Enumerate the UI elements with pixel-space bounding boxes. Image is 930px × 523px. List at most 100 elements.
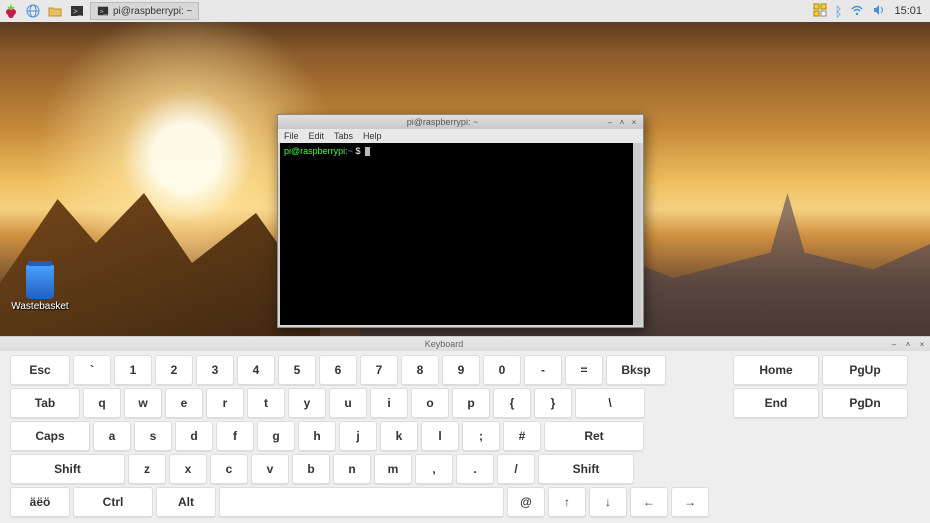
key-t[interactable]: t: [247, 388, 285, 418]
window-close-button[interactable]: ×: [916, 338, 928, 350]
key-q[interactable]: q: [83, 388, 121, 418]
key-brace-left[interactable]: {: [493, 388, 531, 418]
key-0[interactable]: 0: [483, 355, 521, 385]
key-caps[interactable]: Caps: [10, 421, 90, 451]
terminal-title: pi@raspberrypi: ~: [282, 117, 603, 127]
key-p[interactable]: p: [452, 388, 490, 418]
window-maximize-button[interactable]: ˄: [902, 338, 914, 350]
key-tab[interactable]: Tab: [10, 388, 80, 418]
key-backslash[interactable]: \: [575, 388, 645, 418]
key-a[interactable]: a: [93, 421, 131, 451]
window-maximize-button[interactable]: ˄: [617, 117, 627, 127]
key-b[interactable]: b: [292, 454, 330, 484]
key-accents[interactable]: äëö: [10, 487, 70, 517]
terminal-window: pi@raspberrypi: ~ – ˄ × File Edit Tabs H…: [277, 114, 644, 328]
key-period[interactable]: .: [456, 454, 494, 484]
window-minimize-button[interactable]: –: [888, 338, 900, 350]
key-minus[interactable]: -: [524, 355, 562, 385]
key-x[interactable]: x: [169, 454, 207, 484]
key-h[interactable]: h: [298, 421, 336, 451]
web-browser-icon[interactable]: [23, 1, 43, 21]
wastebasket[interactable]: Wastebasket: [10, 265, 70, 312]
onscreen-keyboard: Keyboard – ˄ × Esc ` 1 2 3 4 5 6 7 8 9 0…: [0, 336, 930, 523]
trash-icon: [26, 265, 54, 299]
keyboard-main: Esc ` 1 2 3 4 5 6 7 8 9 0 - = Bksp Tab q…: [10, 355, 709, 517]
key-u[interactable]: u: [329, 388, 367, 418]
key-shift-right[interactable]: Shift: [538, 454, 634, 484]
key-n[interactable]: n: [333, 454, 371, 484]
key-backspace[interactable]: Bksp: [606, 355, 666, 385]
key-ctrl[interactable]: Ctrl: [73, 487, 153, 517]
terminal-launcher-icon[interactable]: >_: [67, 1, 87, 21]
window-close-button[interactable]: ×: [629, 117, 639, 127]
key-8[interactable]: 8: [401, 355, 439, 385]
key-s[interactable]: s: [134, 421, 172, 451]
key-arrow-up[interactable]: ↑: [548, 487, 586, 517]
volume-icon[interactable]: [872, 3, 886, 20]
key-c[interactable]: c: [210, 454, 248, 484]
file-manager-icon[interactable]: [45, 1, 65, 21]
key-2[interactable]: 2: [155, 355, 193, 385]
key-shift-left[interactable]: Shift: [10, 454, 125, 484]
key-4[interactable]: 4: [237, 355, 275, 385]
raspberry-menu-icon[interactable]: [1, 1, 21, 21]
key-at[interactable]: @: [507, 487, 545, 517]
key-v[interactable]: v: [251, 454, 289, 484]
key-6[interactable]: 6: [319, 355, 357, 385]
key-1[interactable]: 1: [114, 355, 152, 385]
key-9[interactable]: 9: [442, 355, 480, 385]
key-f[interactable]: f: [216, 421, 254, 451]
taskbar: >_ >_ pi@raspberrypi: ~ ᛒ 15:01: [0, 0, 930, 22]
key-y[interactable]: y: [288, 388, 326, 418]
menu-tabs[interactable]: Tabs: [334, 131, 353, 141]
wifi-icon[interactable]: [850, 3, 864, 20]
key-equals[interactable]: =: [565, 355, 603, 385]
key-i[interactable]: i: [370, 388, 408, 418]
key-pgdn[interactable]: PgDn: [822, 388, 908, 418]
key-3[interactable]: 3: [196, 355, 234, 385]
key-o[interactable]: o: [411, 388, 449, 418]
keyboard-titlebar[interactable]: Keyboard – ˄ ×: [0, 337, 930, 351]
key-pgup[interactable]: PgUp: [822, 355, 908, 385]
menu-file[interactable]: File: [284, 131, 299, 141]
terminal-titlebar[interactable]: pi@raspberrypi: ~ – ˄ ×: [278, 115, 643, 129]
key-home[interactable]: Home: [733, 355, 819, 385]
key-m[interactable]: m: [374, 454, 412, 484]
key-comma[interactable]: ,: [415, 454, 453, 484]
tray-app-icon[interactable]: [813, 3, 827, 20]
key-arrow-right[interactable]: →: [671, 487, 709, 517]
key-return[interactable]: Ret: [544, 421, 644, 451]
key-r[interactable]: r: [206, 388, 244, 418]
key-k[interactable]: k: [380, 421, 418, 451]
terminal-body[interactable]: pi@raspberrypi:~ $: [280, 143, 633, 325]
key-slash[interactable]: /: [497, 454, 535, 484]
key-space[interactable]: [219, 487, 504, 517]
key-alt[interactable]: Alt: [156, 487, 216, 517]
key-arrow-left[interactable]: ←: [630, 487, 668, 517]
key-7[interactable]: 7: [360, 355, 398, 385]
key-grave[interactable]: `: [73, 355, 111, 385]
clock[interactable]: 15:01: [894, 5, 922, 17]
bluetooth-icon[interactable]: ᛒ: [835, 4, 843, 19]
window-minimize-button[interactable]: –: [605, 117, 615, 127]
key-arrow-down[interactable]: ↓: [589, 487, 627, 517]
key-j[interactable]: j: [339, 421, 377, 451]
key-5[interactable]: 5: [278, 355, 316, 385]
menu-help[interactable]: Help: [363, 131, 382, 141]
key-g[interactable]: g: [257, 421, 295, 451]
key-end[interactable]: End: [733, 388, 819, 418]
key-esc[interactable]: Esc: [10, 355, 70, 385]
key-z[interactable]: z: [128, 454, 166, 484]
keyboard-nav: Home PgUp End PgDn: [733, 355, 908, 517]
taskbar-task-terminal[interactable]: >_ pi@raspberrypi: ~: [90, 2, 199, 20]
menu-edit[interactable]: Edit: [309, 131, 325, 141]
key-semicolon[interactable]: ;: [462, 421, 500, 451]
key-d[interactable]: d: [175, 421, 213, 451]
key-w[interactable]: w: [124, 388, 162, 418]
key-brace-right[interactable]: }: [534, 388, 572, 418]
key-e[interactable]: e: [165, 388, 203, 418]
key-hash[interactable]: #: [503, 421, 541, 451]
system-tray: ᛒ 15:01: [813, 3, 930, 20]
terminal-scrollbar[interactable]: [633, 143, 641, 325]
key-l[interactable]: l: [421, 421, 459, 451]
